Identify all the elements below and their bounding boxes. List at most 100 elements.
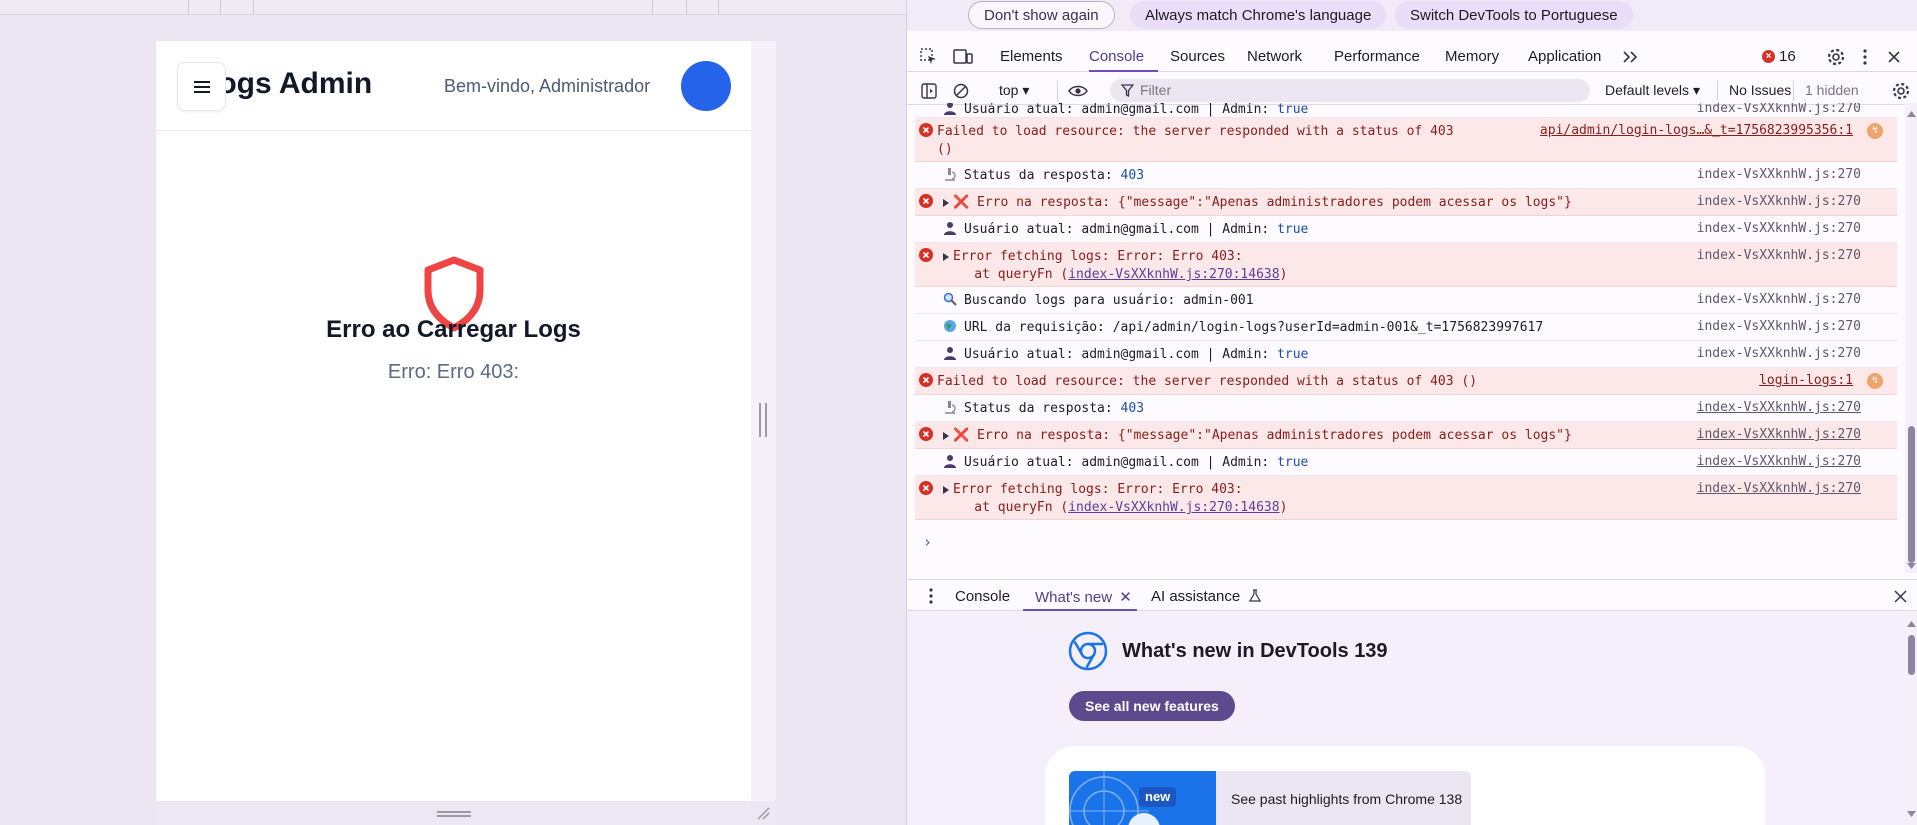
- clear-console-icon[interactable]: [951, 81, 971, 101]
- console-error[interactable]: Failed to load resource: the server resp…: [915, 118, 1897, 162]
- error-counter[interactable]: × 16: [1762, 48, 1796, 65]
- console-settings-gear-icon[interactable]: [1891, 81, 1911, 101]
- page-viewport: Logs Admin Bem-vindo, Administrador Erro…: [0, 0, 906, 825]
- source-link[interactable]: index-VsXXknhW.js:270: [1697, 346, 1861, 361]
- scroll-down-icon[interactable]: [1907, 811, 1916, 817]
- inspect-element-icon[interactable]: [919, 47, 939, 67]
- sidebar-toggle-icon[interactable]: [919, 81, 939, 101]
- close-devtools-icon[interactable]: [1884, 47, 1904, 67]
- tab-network[interactable]: Network: [1247, 48, 1302, 65]
- new-badge: new: [1139, 787, 1177, 807]
- console-message[interactable]: Usuário atual: admin@gmail.com | Admin: …: [915, 216, 1897, 243]
- message-text: Status da resposta:: [964, 168, 1121, 183]
- console-message[interactable]: Usuário atual: admin@gmail.com | Admin: …: [915, 449, 1897, 476]
- console-message[interactable]: Usuário atual: admin@gmail.com | Admin: …: [915, 103, 1897, 118]
- console-scrollbar[interactable]: [1905, 103, 1917, 573]
- avatar[interactable]: [681, 61, 731, 111]
- drawer-tab-whats-new-label: What's new: [1035, 589, 1113, 606]
- scroll-up-icon[interactable]: [1907, 111, 1916, 117]
- close-tab-icon[interactable]: ✕: [1119, 589, 1132, 606]
- close-drawer-icon[interactable]: [1890, 586, 1910, 606]
- console-error[interactable]: Failed to load resource: the server resp…: [915, 368, 1897, 395]
- drawer-tab-console[interactable]: Console: [955, 588, 1010, 605]
- message-text: ❌ Erro na resposta: {"message":"Apenas a…: [953, 195, 1572, 210]
- resize-corner-icon[interactable]: [756, 806, 770, 820]
- context-select[interactable]: top ▾: [999, 82, 1029, 99]
- stack-link[interactable]: index-VsXXknhW.js:270:14638: [1068, 500, 1279, 515]
- expand-triangle-icon[interactable]: [943, 431, 949, 440]
- console-message[interactable]: URL da requisição: /api/admin/login-logs…: [915, 314, 1897, 341]
- console-error[interactable]: Error fetching logs: Error: Erro 403: at…: [915, 243, 1897, 287]
- resize-handle-side[interactable]: [759, 403, 767, 437]
- live-expression-eye-icon[interactable]: [1068, 81, 1088, 101]
- source-link[interactable]: api/admin/login-logs…&_t=1756823995356:1: [1540, 123, 1853, 138]
- expand-triangle-icon[interactable]: [943, 485, 949, 494]
- device-toolbar-icon[interactable]: [953, 47, 973, 67]
- source-link[interactable]: index-VsXXknhW.js:270: [1697, 194, 1861, 209]
- switch-language-button[interactable]: Switch DevTools to Portuguese: [1395, 1, 1633, 29]
- chevron-down-icon: ▾: [1022, 82, 1030, 98]
- filter-input[interactable]: [1140, 82, 1580, 98]
- console-error[interactable]: ❌ Erro na resposta: {"message":"Apenas a…: [915, 422, 1897, 449]
- network-request-icon[interactable]: ↯: [1867, 123, 1883, 139]
- more-tabs-icon[interactable]: [1620, 47, 1640, 67]
- source-link[interactable]: index-VsXXknhW.js:270: [1697, 454, 1861, 469]
- drawer-tab-whats-new[interactable]: What's new ✕: [1035, 588, 1132, 606]
- user-icon: [944, 455, 956, 468]
- drawer-scroll-thumb[interactable]: [1908, 635, 1915, 675]
- devtools-main-tabbar: Elements Console Sources Network Perform…: [907, 42, 1917, 72]
- microscope-icon: [945, 401, 956, 414]
- console-error[interactable]: Error fetching logs: Error: Erro 403: at…: [915, 476, 1897, 520]
- network-request-icon[interactable]: ↯: [1867, 373, 1883, 389]
- menu-button[interactable]: [177, 62, 226, 111]
- source-link[interactable]: index-VsXXknhW.js:270: [1697, 319, 1861, 334]
- source-link[interactable]: index-VsXXknhW.js:270: [1697, 400, 1861, 415]
- scroll-down-icon[interactable]: [1907, 563, 1916, 569]
- source-link[interactable]: login-logs:1: [1759, 373, 1853, 388]
- console-message[interactable]: Usuário atual: admin@gmail.com | Admin: …: [915, 341, 1897, 368]
- source-link[interactable]: index-VsXXknhW.js:270: [1697, 103, 1861, 116]
- source-link[interactable]: index-VsXXknhW.js:270: [1697, 427, 1861, 442]
- tab-sources[interactable]: Sources: [1170, 48, 1225, 65]
- message-text: Error fetching logs: Error: Erro 403:: [953, 482, 1243, 497]
- dont-show-again-button[interactable]: Don't show again: [968, 1, 1115, 29]
- console-error[interactable]: ❌ Erro na resposta: {"message":"Apenas a…: [915, 189, 1897, 216]
- source-link[interactable]: index-VsXXknhW.js:270: [1697, 292, 1861, 307]
- tab-performance[interactable]: Performance: [1334, 48, 1420, 65]
- see-all-features-button[interactable]: See all new features: [1069, 691, 1235, 721]
- console-message[interactable]: Status da resposta: 403 index-VsXXknhW.j…: [915, 162, 1897, 189]
- more-options-icon[interactable]: [1855, 47, 1875, 67]
- microscope-icon: [945, 168, 956, 181]
- console-message[interactable]: Buscando logs para usuário: admin-001 in…: [915, 287, 1897, 314]
- tab-memory[interactable]: Memory: [1445, 48, 1499, 65]
- expand-triangle-icon[interactable]: [943, 198, 949, 207]
- issues-counter[interactable]: No Issues: [1729, 82, 1791, 98]
- source-link[interactable]: index-VsXXknhW.js:270: [1697, 248, 1861, 263]
- user-icon: [944, 347, 956, 360]
- console-scroll-thumb[interactable]: [1908, 426, 1915, 563]
- console-prompt-icon[interactable]: ›: [923, 533, 932, 551]
- drawer-scrollbar[interactable]: [1905, 611, 1917, 825]
- scroll-up-icon[interactable]: [1907, 621, 1916, 627]
- error-icon: [919, 427, 933, 441]
- expand-triangle-icon[interactable]: [943, 252, 949, 261]
- tab-elements[interactable]: Elements: [1000, 48, 1063, 65]
- error-icon: [919, 481, 933, 495]
- always-match-language-button[interactable]: Always match Chrome's language: [1130, 1, 1387, 29]
- active-tab-indicator: [1089, 70, 1158, 72]
- tab-application[interactable]: Application: [1528, 48, 1601, 65]
- tab-console[interactable]: Console: [1089, 48, 1144, 65]
- stack-link[interactable]: index-VsXXknhW.js:270:14638: [1068, 267, 1279, 282]
- settings-gear-icon[interactable]: [1826, 47, 1846, 67]
- source-link[interactable]: index-VsXXknhW.js:270: [1697, 481, 1861, 496]
- resize-handle-bottom[interactable]: [437, 811, 471, 817]
- console-message[interactable]: Status da resposta: 403 index-VsXXknhW.j…: [915, 395, 1897, 422]
- error-title: Erro ao Carregar Logs: [326, 316, 581, 343]
- log-levels-select[interactable]: Default levels ▾: [1605, 82, 1700, 99]
- drawer-tab-ai-assistance[interactable]: AI assistance: [1151, 588, 1262, 605]
- globe-icon: [944, 320, 956, 332]
- source-link[interactable]: index-VsXXknhW.js:270: [1697, 221, 1861, 236]
- filter-box: [1110, 79, 1590, 102]
- drawer-menu-icon[interactable]: [921, 586, 941, 606]
- source-link[interactable]: index-VsXXknhW.js:270: [1697, 167, 1861, 182]
